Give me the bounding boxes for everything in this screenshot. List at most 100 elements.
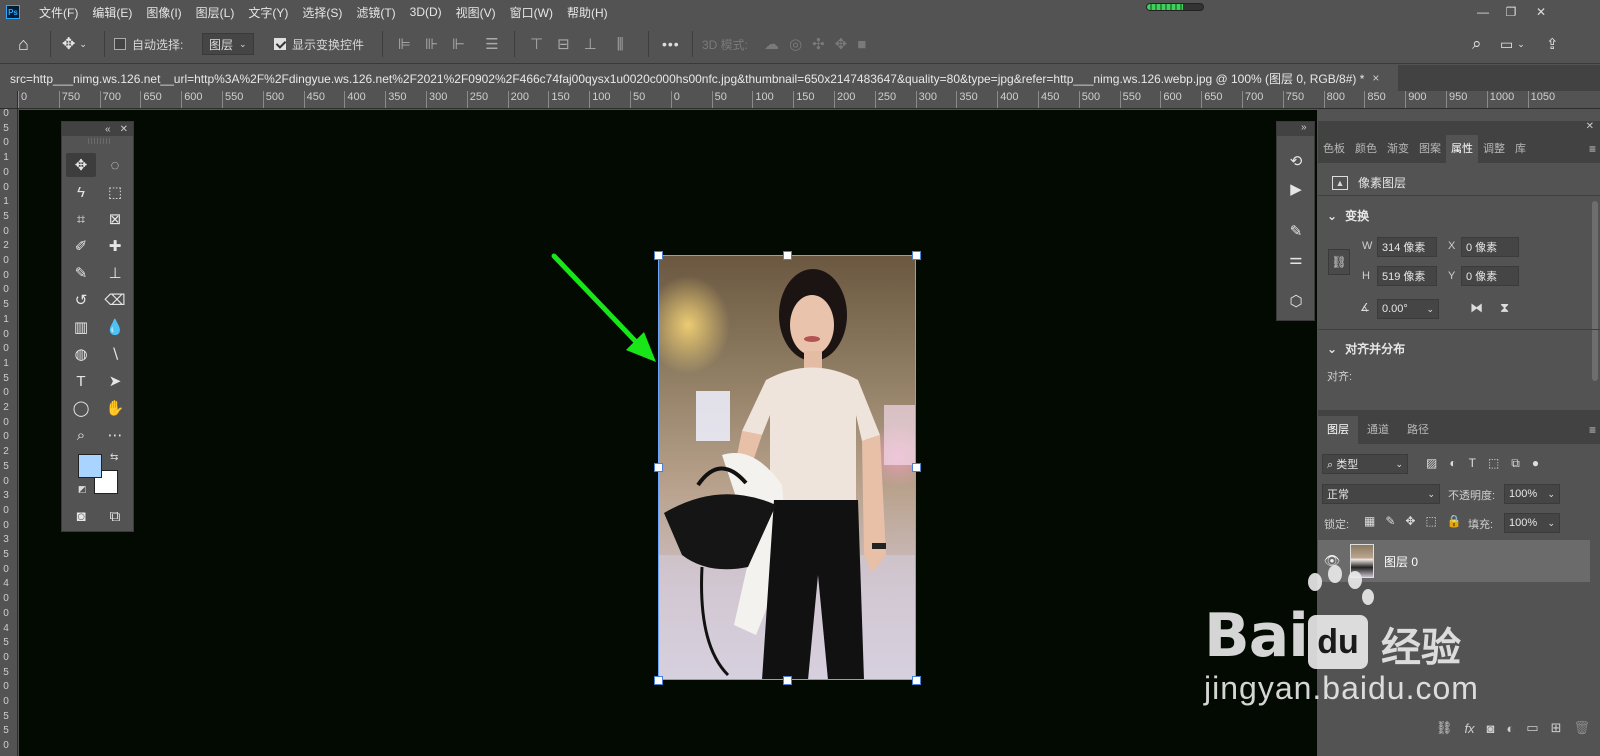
tab-channels[interactable]: 通道 (1358, 416, 1398, 444)
gradient-tool-icon[interactable]: ▥ (66, 315, 96, 339)
show-transform-option[interactable]: 显示变换控件 (274, 24, 364, 64)
slide-3d-icon[interactable]: ✥ (835, 35, 848, 53)
new-layer-icon[interactable]: ⊞ (1551, 720, 1562, 736)
orbit-3d-icon[interactable]: ☁ (764, 35, 779, 53)
crop-tool-icon[interactable]: ⌗ (66, 207, 96, 231)
transform-bounding-box[interactable] (658, 255, 916, 680)
menu-select[interactable]: 选择(S) (295, 4, 349, 21)
close-panel-icon[interactable]: ✕ (120, 124, 128, 135)
history-panel-icon[interactable]: ⟲ (1282, 148, 1310, 174)
screen-mode-icon[interactable]: ⧉ (100, 504, 130, 528)
camera-3d-icon[interactable]: ■ (857, 36, 866, 53)
distribute-horizontal-icon[interactable]: ☰ (485, 35, 498, 53)
filter-toggle-icon[interactable]: ● (1532, 456, 1539, 471)
lock-artboard-icon[interactable]: ⬚ (1425, 514, 1436, 528)
transform-handle-bottom[interactable] (783, 676, 792, 685)
frame-tool-icon[interactable]: ⊠ (100, 207, 130, 231)
delete-layer-icon[interactable]: 🗑 (1573, 720, 1590, 736)
dodge-tool-icon[interactable]: ◍ (66, 342, 96, 366)
ellipse-tool-icon[interactable]: ◯ (66, 396, 96, 420)
panel-grip[interactable] (86, 138, 110, 144)
lock-all-icon[interactable]: 🔒 (1447, 514, 1462, 528)
auto-select-option[interactable]: 自动选择: (114, 24, 183, 64)
home-icon[interactable]: ⌂ (18, 24, 29, 64)
elliptical-marquee-icon[interactable]: ◌ (100, 153, 130, 177)
close-window-button[interactable]: ✕ (1526, 0, 1556, 24)
layer-style-icon[interactable]: fx (1464, 721, 1474, 736)
tab-gradients[interactable]: 渐变 (1382, 135, 1414, 163)
align-middle-icon[interactable]: ⊟ (557, 35, 570, 53)
fill-field[interactable]: 100% ⌄ (1504, 513, 1560, 533)
height-field[interactable]: 519 像素 (1377, 266, 1437, 286)
filter-pixel-icon[interactable]: ▨ (1426, 456, 1437, 471)
minimize-button[interactable]: — (1468, 0, 1498, 24)
menu-view[interactable]: 视图(V) (449, 4, 503, 21)
close-tab-icon[interactable]: × (1372, 71, 1379, 85)
tab-layers[interactable]: 图层 (1318, 416, 1358, 444)
quick-mask-icon[interactable]: ◙ (66, 504, 96, 528)
y-field[interactable]: 0 像素 (1461, 266, 1519, 286)
menu-file[interactable]: 文件(F) (32, 4, 85, 21)
distribute-vertical-icon[interactable]: ⫼ (617, 36, 624, 53)
properties-scrollbar[interactable] (1592, 201, 1598, 381)
blend-mode-dropdown[interactable]: 正常 ⌄ (1322, 484, 1440, 504)
lock-position-icon[interactable]: ✥ (1405, 514, 1415, 528)
foreground-color-swatch[interactable] (78, 454, 102, 478)
add-mask-icon[interactable]: ◙ (1487, 721, 1495, 736)
object-selection-icon[interactable]: ⬚ (100, 180, 130, 204)
transform-handle-top-right[interactable] (912, 251, 921, 260)
angle-field[interactable]: 0.00° ⌄ (1377, 299, 1439, 319)
collapse-icon[interactable]: » (1277, 122, 1314, 136)
align-top-icon[interactable]: ⊤ (530, 35, 543, 53)
menu-edit[interactable]: 编辑(E) (85, 4, 139, 21)
tab-adjustments[interactable]: 调整 (1478, 135, 1510, 163)
layer-filter-dropdown[interactable]: ⌕ 类型 ⌄ (1322, 454, 1408, 474)
move-tool-preset[interactable]: ✥ ⌄ (62, 24, 87, 64)
flip-horizontal-icon[interactable]: ⧓ (1470, 300, 1483, 316)
transform-handle-bottom-left[interactable] (654, 676, 663, 685)
healing-brush-icon[interactable]: ✚ (100, 234, 130, 258)
tab-color[interactable]: 颜色 (1350, 135, 1382, 163)
lasso-tool-icon[interactable]: ϟ (66, 180, 96, 204)
document-tab[interactable]: src=http___nimg.ws.126.net__url=http%3A%… (0, 65, 1398, 91)
filter-adjustment-icon[interactable]: ◐ (1449, 456, 1456, 471)
type-tool-icon[interactable]: T (66, 369, 96, 393)
menu-image[interactable]: 图像(I) (139, 4, 188, 21)
menu-filter[interactable]: 滤镜(T) (349, 4, 402, 21)
show-transform-checkbox[interactable] (274, 38, 286, 50)
menu-window[interactable]: 窗口(W) (503, 4, 560, 21)
align-bottom-icon[interactable]: ⊥ (584, 35, 597, 53)
menu-layer[interactable]: 图层(L) (189, 4, 242, 21)
close-panel-icon[interactable]: ✕ (1586, 121, 1594, 132)
panel-menu-icon[interactable]: ≡ (1589, 423, 1596, 437)
new-adjustment-icon[interactable]: ◐ (1506, 721, 1514, 736)
align-center-icon[interactable]: ⊪ (425, 35, 438, 53)
tab-paths[interactable]: 路径 (1398, 416, 1438, 444)
tab-libraries[interactable]: 库 (1510, 135, 1531, 163)
swap-colors-icon[interactable]: ⇆ (110, 452, 118, 463)
blur-tool-icon[interactable]: 💧 (100, 315, 130, 339)
x-field[interactable]: 0 像素 (1461, 237, 1519, 257)
brush-settings-icon[interactable]: ✎ (1282, 218, 1310, 244)
transform-handle-right[interactable] (912, 463, 921, 472)
transform-handle-left[interactable] (654, 463, 663, 472)
actions-panel-icon[interactable]: ▶ (1282, 176, 1310, 202)
menu-type[interactable]: 文字(Y) (241, 4, 295, 21)
panel-menu-icon[interactable]: ≡ (1589, 142, 1596, 156)
pan-3d-icon[interactable]: ✣ (812, 35, 825, 53)
align-section-header[interactable]: ⌄ 对齐并分布 (1327, 340, 1405, 357)
more-options-button[interactable]: ••• (662, 24, 680, 64)
filter-smart-object-icon[interactable]: ⧉ (1511, 456, 1520, 471)
zoom-tool-icon[interactable]: ⌕ (66, 423, 96, 447)
adjustments-icon[interactable]: ⚌ (1282, 246, 1310, 272)
search-icon[interactable]: ⌕ (1472, 24, 1482, 64)
roll-3d-icon[interactable]: ◎ (789, 35, 802, 53)
auto-select-target-dropdown[interactable]: 图层 ⌄ (202, 33, 254, 55)
link-dimensions-icon[interactable]: ⛓ (1328, 249, 1350, 275)
share-icon[interactable]: ⇪ (1546, 24, 1559, 64)
more-tools-icon[interactable]: ⋯ (100, 423, 130, 447)
opacity-field[interactable]: 100% ⌄ (1504, 484, 1560, 504)
filter-type-icon[interactable]: T (1469, 456, 1476, 471)
tab-properties[interactable]: 属性 (1446, 135, 1478, 163)
tab-swatches[interactable]: 色板 (1318, 135, 1350, 163)
